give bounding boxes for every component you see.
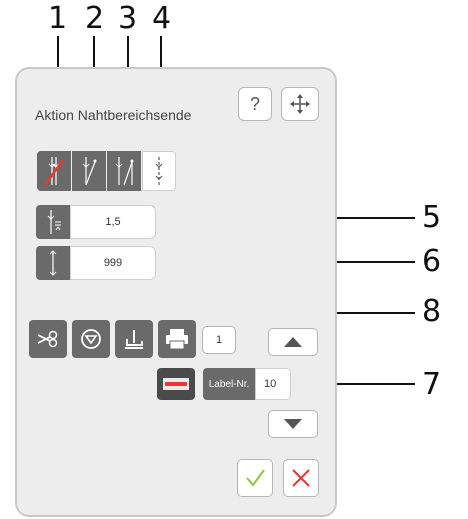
stitch-length-field[interactable]: 1,5 bbox=[70, 205, 156, 239]
question-mark-icon: ? bbox=[249, 93, 260, 114]
move-button[interactable] bbox=[281, 87, 319, 121]
cross-icon bbox=[292, 469, 310, 487]
stop-icon bbox=[81, 329, 101, 349]
label-number-field[interactable]: 10 bbox=[255, 368, 291, 400]
stitch-length-icon bbox=[47, 210, 61, 234]
callout-3: 3 bbox=[118, 1, 138, 36]
mode-button-1[interactable] bbox=[37, 151, 71, 191]
presser-foot-icon bbox=[125, 330, 143, 349]
checkmark-icon bbox=[246, 469, 265, 487]
mode-button-4[interactable] bbox=[142, 151, 176, 191]
stop-button[interactable] bbox=[72, 320, 110, 358]
thread-cut-stitch-icon bbox=[43, 157, 65, 186]
arrow-down-icon bbox=[284, 419, 302, 429]
label-printer-icon bbox=[163, 378, 189, 390]
label-counter-field[interactable]: 1 bbox=[202, 326, 236, 354]
callout-5: 5 bbox=[422, 200, 442, 235]
confirm-button[interactable] bbox=[237, 459, 273, 497]
callout-1: 1 bbox=[48, 1, 68, 36]
dotted-stitch-icon bbox=[155, 157, 163, 185]
thread-cut-button[interactable] bbox=[29, 320, 67, 358]
label-print-button[interactable] bbox=[157, 368, 195, 400]
printer-button[interactable] bbox=[158, 320, 196, 358]
printer-icon bbox=[166, 329, 188, 350]
arrow-up-icon bbox=[284, 337, 302, 347]
stitch-count-icon bbox=[49, 250, 57, 276]
stitch-count-label bbox=[36, 246, 70, 280]
scroll-up-button[interactable] bbox=[268, 328, 318, 356]
stitch-count-field[interactable]: 999 bbox=[70, 246, 156, 280]
stitch-length-label bbox=[36, 205, 70, 239]
scroll-down-button[interactable] bbox=[268, 410, 318, 438]
presser-foot-button[interactable] bbox=[115, 320, 153, 358]
dialog-panel bbox=[15, 67, 337, 517]
single-stitch-icon bbox=[82, 157, 97, 186]
scissors-icon bbox=[37, 330, 58, 348]
callout-2: 2 bbox=[85, 1, 105, 36]
mode-button-2[interactable] bbox=[72, 151, 106, 191]
callout-8: 8 bbox=[422, 294, 442, 329]
cancel-button[interactable] bbox=[283, 459, 319, 497]
double-stitch-icon bbox=[115, 157, 134, 186]
callout-6: 6 bbox=[422, 244, 442, 279]
move-cross-icon bbox=[290, 94, 310, 114]
callout-7: 7 bbox=[422, 367, 442, 402]
help-button[interactable]: ? bbox=[238, 87, 272, 121]
mode-button-3[interactable] bbox=[107, 151, 141, 191]
label-number-label: Label-Nr. bbox=[203, 368, 255, 400]
dialog-title: Aktion Nahtbereichsende bbox=[35, 107, 192, 123]
callout-4: 4 bbox=[152, 1, 172, 36]
